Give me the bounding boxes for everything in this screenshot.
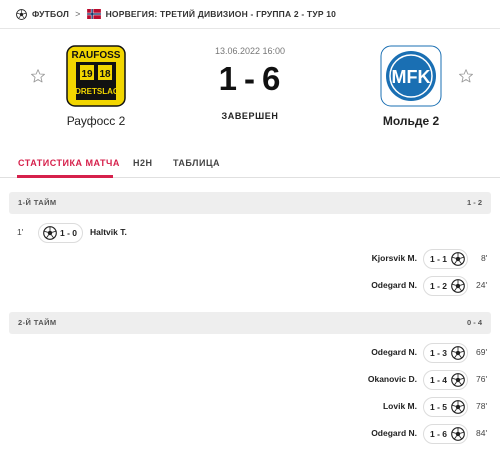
incident-row-away: Lovik M. 1 - 5 78'	[0, 397, 500, 417]
breadcrumb: ФУТБОЛ > НОРВЕГИЯ: ТРЕТИЙ ДИВИЗИОН - ГРУ…	[16, 5, 336, 23]
incident-player[interactable]: Haltvik T.	[90, 227, 127, 237]
soccer-ball-icon	[451, 373, 465, 387]
incident-minute: 69'	[476, 347, 488, 357]
tab-standings[interactable]: ТАБЛИЦА	[173, 158, 220, 168]
home-team-name[interactable]: Рауфосс 2	[41, 114, 151, 128]
score-separator: -	[244, 60, 256, 97]
svg-text:18: 18	[99, 69, 111, 80]
tab-match-stats[interactable]: СТАТИСТИКА МАТЧА	[18, 158, 120, 168]
period-header-second-half: 2-Й ТАЙМ 0 - 4	[9, 312, 491, 334]
match-score: 1-6	[180, 60, 320, 98]
incident-minute: 78'	[476, 401, 488, 411]
period-header-first-half: 1-Й ТАЙМ 1 - 2	[9, 192, 491, 214]
score-pill: 1 - 3	[423, 343, 468, 363]
period-score: 0 - 4	[466, 318, 482, 327]
incident-minute: 84'	[476, 428, 488, 438]
soccer-ball-icon	[451, 427, 465, 441]
incident-row-away: Kjorsvik M. 1 - 1 8'	[0, 249, 500, 269]
incident-player[interactable]: Kjorsvik M.	[372, 253, 417, 263]
svg-text:IDRETSLAG: IDRETSLAG	[73, 87, 119, 96]
score-pill: 1 - 5	[423, 397, 468, 417]
score-pill: 1 - 1	[423, 249, 468, 269]
home-logo-wordmark: RAUFOSS	[72, 50, 121, 61]
incident-player[interactable]: Odegard N.	[371, 280, 417, 290]
incident-minute: 76'	[476, 374, 488, 384]
incident-score: 1 - 6	[430, 429, 448, 439]
away-team-name[interactable]: Мольде 2	[356, 114, 466, 128]
norway-flag-icon	[86, 9, 101, 19]
soccer-ball-icon	[16, 9, 27, 20]
active-tab-indicator	[17, 175, 113, 178]
match-status: ЗАВЕРШЕН	[221, 111, 279, 121]
incident-player[interactable]: Odegard N.	[371, 347, 417, 357]
away-team-logo[interactable]: MFK	[379, 44, 443, 108]
favorite-star-icon-away[interactable]	[458, 68, 474, 84]
incident-player[interactable]: Odegard N.	[371, 428, 417, 438]
home-score: 1	[218, 60, 238, 97]
soccer-ball-icon	[451, 346, 465, 360]
soccer-ball-icon	[43, 226, 57, 240]
score-pill: 1 - 4	[423, 370, 468, 390]
incident-minute: 24'	[476, 280, 488, 290]
score-pill: 1 - 0	[38, 223, 83, 243]
home-team-logo[interactable]: RAUFOSS 19 18 IDRETSLAG	[64, 44, 128, 108]
incident-score: 1 - 2	[430, 281, 448, 291]
incident-minute: 1'	[17, 227, 24, 237]
incident-row-away: Odegard N. 1 - 6 84'	[0, 424, 500, 444]
soccer-ball-icon	[451, 279, 465, 293]
incident-row-away: Odegard N. 1 - 3 69'	[0, 343, 500, 363]
favorite-star-icon-home[interactable]	[30, 68, 46, 84]
period-label: 1-Й ТАЙМ	[18, 198, 57, 207]
incident-score: 1 - 4	[430, 375, 448, 385]
incident-score: 1 - 1	[430, 254, 448, 264]
breadcrumb-separator: >	[75, 9, 81, 19]
tab-h2h[interactable]: H2H	[133, 158, 153, 168]
period-label: 2-Й ТАЙМ	[18, 318, 57, 327]
incident-player[interactable]: Okanovic D.	[368, 374, 417, 384]
incident-score: 1 - 0	[60, 228, 78, 238]
incident-minute: 8'	[481, 253, 488, 263]
match-date: 13.06.2022 16:00	[214, 46, 286, 56]
soccer-ball-icon	[451, 252, 465, 266]
header-divider	[0, 28, 500, 29]
incident-score: 1 - 5	[430, 402, 448, 412]
score-pill: 1 - 2	[423, 276, 468, 296]
incident-row-home: 1' 1 - 0 Haltvik T.	[0, 223, 500, 243]
breadcrumb-sport[interactable]: ФУТБОЛ	[32, 9, 69, 19]
incident-row-away: Okanovic D. 1 - 4 76'	[0, 370, 500, 390]
soccer-ball-icon	[451, 400, 465, 414]
svg-text:19: 19	[81, 69, 93, 80]
tab-bar: СТАТИСТИКА МАТЧА H2H ТАБЛИЦА	[0, 150, 500, 178]
away-logo-wordmark: MFK	[392, 67, 431, 87]
score-pill: 1 - 6	[423, 424, 468, 444]
away-score: 6	[262, 60, 282, 97]
incident-score: 1 - 3	[430, 348, 448, 358]
period-score: 1 - 2	[466, 198, 482, 207]
breadcrumb-league[interactable]: НОРВЕГИЯ: ТРЕТИЙ ДИВИЗИОН - ГРУППА 2 - Т…	[106, 9, 337, 19]
incident-player[interactable]: Lovik M.	[383, 401, 417, 411]
incident-row-away: Odegard N. 1 - 2 24'	[0, 276, 500, 296]
